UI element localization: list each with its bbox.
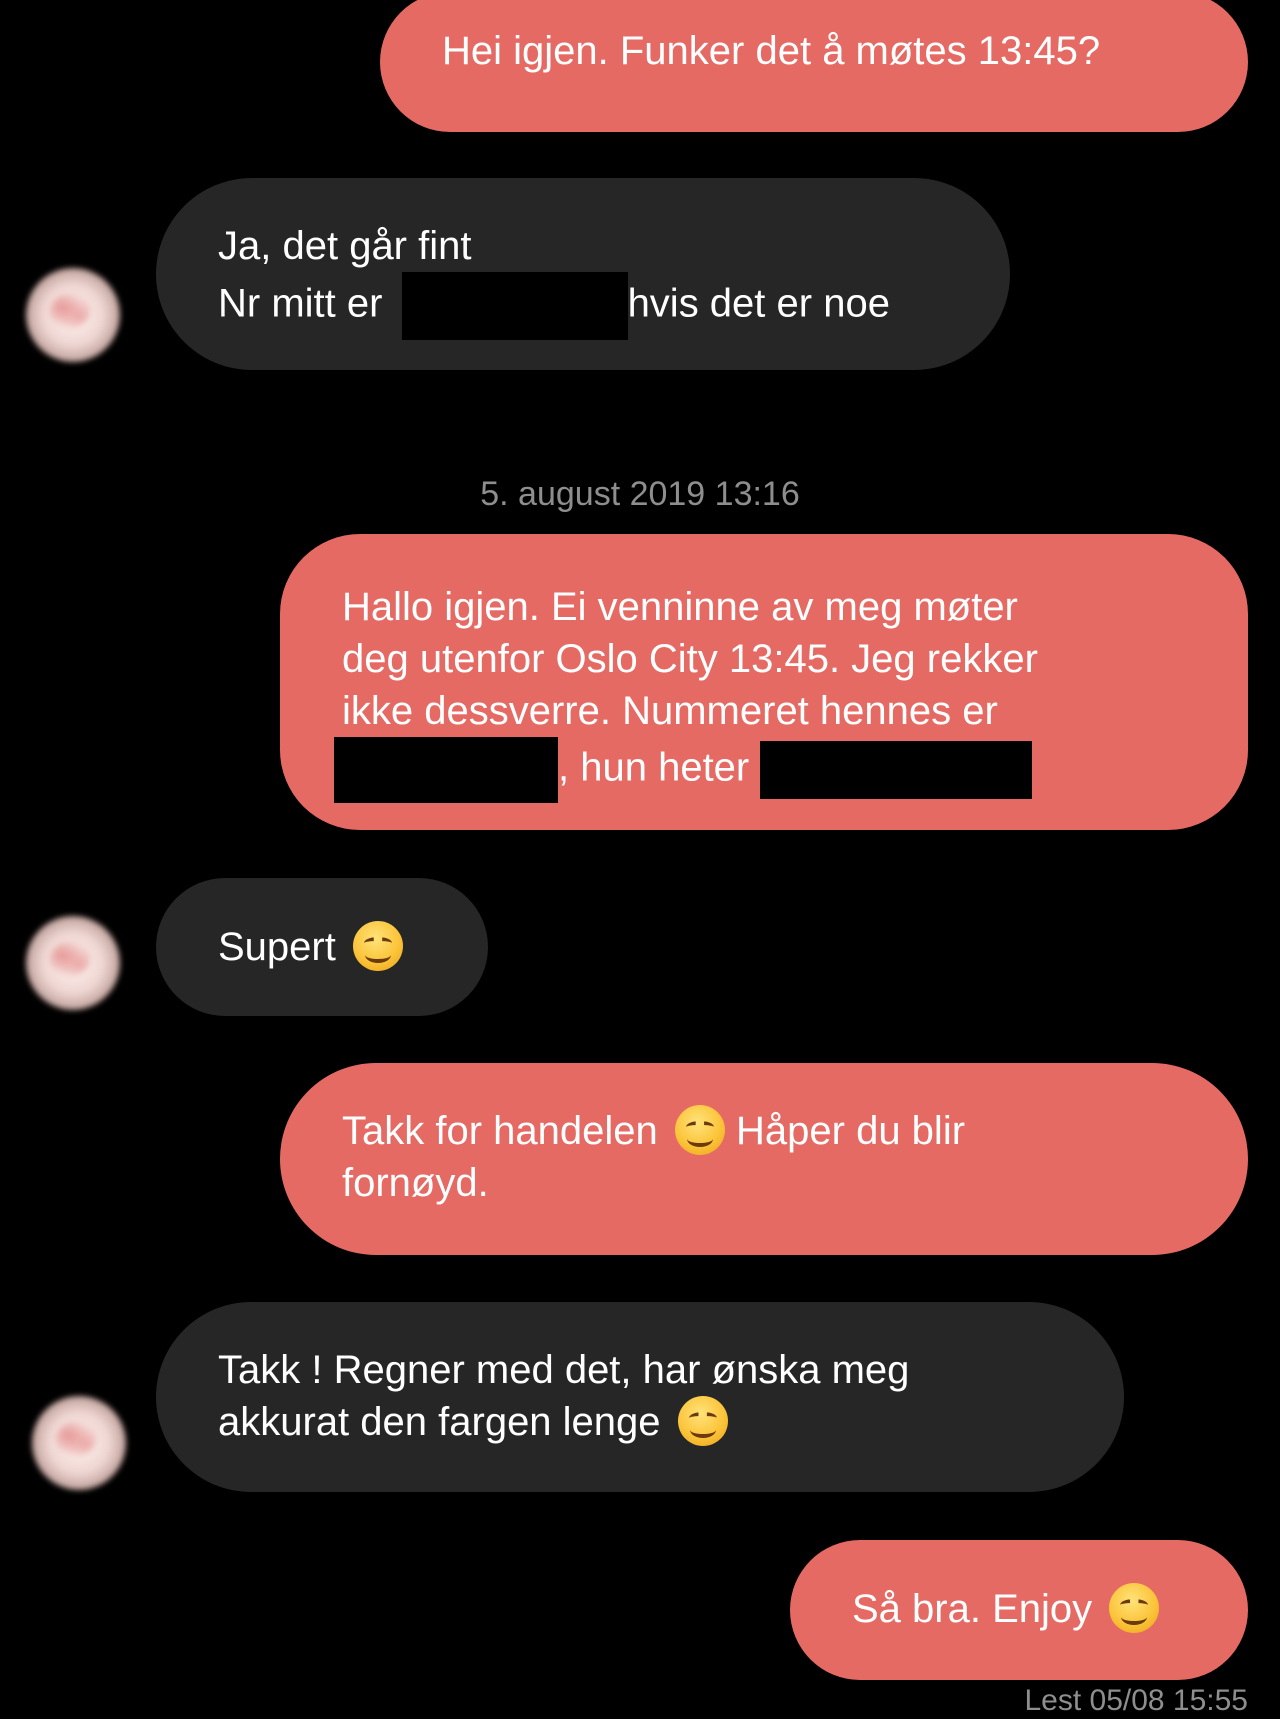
- message-text: Hallo igjen. Ei venninne av meg møter: [342, 585, 1018, 629]
- redacted-name: [760, 741, 1033, 799]
- message-text-line: Så bra. Enjoy: [852, 1583, 1248, 1635]
- message-text: Takk for handelen: [342, 1109, 658, 1153]
- message-text: ikke dessverre. Nummeret hennes er: [342, 689, 998, 733]
- read-receipt: Lest 05/08 15:55: [1024, 1684, 1248, 1717]
- message-text: akkurat den fargen lenge: [218, 1400, 661, 1444]
- message-bubble-outgoing[interactable]: Så bra. Enjoy: [790, 1540, 1248, 1680]
- message-bubble-outgoing[interactable]: Hei igjen. Funker det å møtes 13:45?: [380, 0, 1248, 132]
- message-text: Supert: [218, 925, 336, 969]
- message-bubble-incoming[interactable]: Ja, det går fint Nr mitt er hvis det er …: [156, 178, 1010, 370]
- message-text: hvis det er noe: [627, 281, 890, 326]
- message-text-line: Nr mitt er hvis det er noe: [218, 272, 1010, 340]
- message-text: Så bra. Enjoy: [852, 1587, 1093, 1631]
- smiling-face-emoji-icon: [352, 921, 403, 972]
- message-text-line: akkurat den fargen lenge: [218, 1396, 1124, 1448]
- contact-avatar[interactable]: [26, 916, 120, 1010]
- date-separator: 5. august 2019 13:16: [480, 475, 800, 513]
- redacted-phone-number: [401, 272, 628, 340]
- message-bubble-outgoing[interactable]: Hallo igjen. Ei venninne av meg møter de…: [280, 534, 1248, 830]
- message-bubble-incoming[interactable]: Supert: [156, 878, 488, 1016]
- message-bubble-outgoing[interactable]: Takk for handelen Håper du blir fornøyd.: [280, 1063, 1248, 1255]
- message-text: Nr mitt er: [218, 281, 383, 326]
- message-text: Håper du blir: [736, 1109, 966, 1153]
- message-text: deg utenfor Oslo City 13:45. Jeg rekker: [342, 637, 1038, 681]
- message-text: , hun heter: [558, 745, 750, 790]
- message-text: Takk ! Regner med det, har ønska meg: [218, 1348, 910, 1392]
- contact-avatar[interactable]: [32, 1396, 126, 1490]
- message-text-line: Supert: [218, 921, 488, 973]
- contact-avatar[interactable]: [26, 268, 120, 362]
- message-text: Hei igjen. Funker det å møtes 13:45?: [442, 29, 1101, 73]
- message-text: Ja, det går fint: [218, 224, 472, 268]
- smiling-face-emoji-icon: [1109, 1583, 1160, 1634]
- message-bubble-incoming[interactable]: Takk ! Regner med det, har ønska meg akk…: [156, 1302, 1124, 1492]
- smiling-face-emoji-icon: [674, 1105, 725, 1156]
- message-text: fornøyd.: [342, 1161, 489, 1205]
- message-text-line: Takk for handelen Håper du blir: [342, 1105, 1248, 1157]
- message-text-line: , hun heter: [334, 737, 1248, 803]
- redacted-phone-number: [334, 737, 558, 803]
- smiling-face-emoji-icon: [677, 1396, 728, 1447]
